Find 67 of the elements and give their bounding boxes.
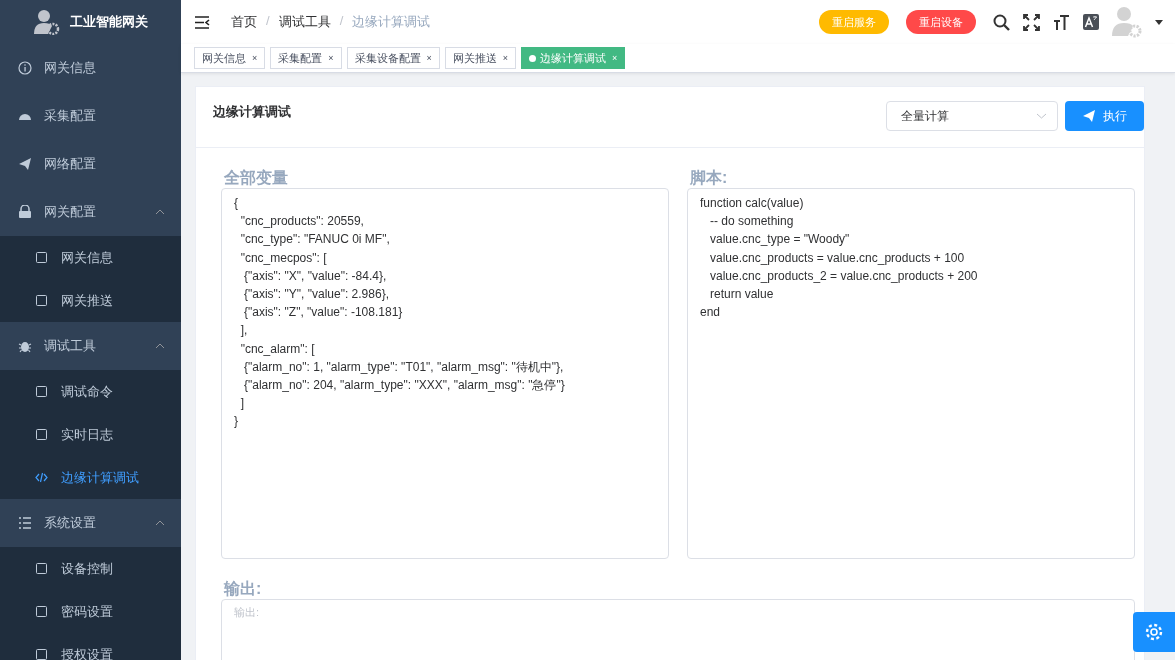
page-tab[interactable]: 网关推送 × bbox=[444, 47, 517, 69]
submenu-icon bbox=[35, 294, 48, 307]
menu-group[interactable]: 网关配置 bbox=[0, 188, 181, 236]
close-button[interactable]: × bbox=[252, 53, 258, 63]
close-button[interactable]: × bbox=[426, 53, 432, 63]
chevron-icon bbox=[1036, 113, 1047, 119]
menu-group[interactable]: 系统设置 bbox=[0, 499, 181, 547]
section-label: 输出: bbox=[224, 579, 263, 599]
font-size-icon[interactable] bbox=[1053, 13, 1070, 31]
page-tab[interactable]: 采集配置 × bbox=[270, 47, 342, 69]
tab-label: 采集配置 bbox=[278, 50, 323, 66]
breadcrumb-link[interactable]: 首页 bbox=[231, 13, 257, 31]
breadcrumb-separator: / bbox=[339, 13, 344, 30]
caret-icon[interactable] bbox=[1155, 19, 1163, 25]
section-label: 脚本: bbox=[690, 168, 729, 188]
submenu-item[interactable]: 设备控制 bbox=[0, 547, 181, 590]
submenu-icon bbox=[35, 562, 48, 575]
submenu-icon bbox=[35, 648, 48, 660]
close-button[interactable]: × bbox=[502, 53, 509, 63]
submenu-item[interactable]: 网关信息 bbox=[0, 236, 181, 279]
tab-label: 网关信息 bbox=[202, 50, 246, 66]
breadcrumb-link[interactable]: 调试工具 bbox=[278, 13, 331, 31]
tab-label: 边缘计算调试 bbox=[540, 50, 607, 66]
menu-item[interactable]: 网络配置 bbox=[0, 140, 181, 188]
close-button[interactable]: × bbox=[328, 53, 334, 63]
submenu-icon bbox=[35, 428, 48, 441]
menu-icon bbox=[18, 339, 32, 353]
submenu-item[interactable]: 网关推送 bbox=[0, 279, 181, 322]
submenu-item[interactable]: 授权设置 bbox=[0, 633, 181, 660]
chevron-icon bbox=[155, 520, 165, 526]
submenu-item[interactable]: 调试命令 bbox=[0, 370, 181, 413]
submenu-icon bbox=[35, 251, 48, 264]
menu-group[interactable]: 调试工具 bbox=[0, 322, 181, 370]
user-gear-icon bbox=[33, 9, 60, 35]
menu-icon bbox=[18, 516, 32, 530]
card-title: 边缘计算调试 bbox=[213, 103, 291, 121]
submenu-icon bbox=[35, 471, 48, 484]
fullscreen-icon[interactable] bbox=[1023, 13, 1040, 31]
section-label: 全部变量 bbox=[224, 168, 289, 188]
tab-label: 采集设备配置 bbox=[354, 50, 421, 66]
app-title: 工业智能网关 bbox=[69, 13, 148, 31]
submenu-icon bbox=[35, 605, 48, 618]
submenu-icon bbox=[35, 385, 48, 398]
translate-icon[interactable] bbox=[1083, 14, 1099, 30]
submenu-item[interactable]: 密码设置 bbox=[0, 590, 181, 633]
variables-field[interactable]: { "cnc_products": 20559, "cnc_type": "FANUC 0i MF", "cnc_mecpos": [ {"axis": "X", "value": -84.4}, {"axis": "Y", "value": 2.986}, {"axis": "Z", "value": -108.181} ], "cnc_alarm": [ {"alarm_no": 1, "alarm_type": "T01", "alarm_msg": "待机中"}, {"alarm_no": 204, "alarm_type": "XXX", "alarm_msg": "急停"} ] } bbox=[221, 188, 669, 559]
page-tab[interactable]: 采集设备配置 × bbox=[346, 47, 440, 69]
page-tab[interactable]: 网关信息 × bbox=[194, 47, 266, 69]
menu-icon bbox=[18, 157, 32, 171]
menu-item[interactable]: 网关信息 bbox=[0, 44, 181, 92]
settings-icon bbox=[1144, 622, 1164, 642]
submenu-item[interactable]: 边缘计算调试 bbox=[0, 456, 181, 499]
menu-icon bbox=[18, 205, 32, 219]
menu-icon bbox=[18, 61, 32, 75]
script-field[interactable]: function calc(value) -- do something value.cnc_type = "Woody" value.cnc_products = value.cnc_products + 100 value.cnc_products_2 = value.cnc_products + 200 return value end bbox=[687, 188, 1135, 559]
tab-label: 网关推送 bbox=[452, 50, 497, 66]
active-dot-icon bbox=[529, 54, 537, 62]
breadcrumb-separator: / bbox=[266, 13, 270, 30]
menu-fold-icon[interactable] bbox=[195, 15, 210, 29]
settings-button[interactable] bbox=[1133, 612, 1175, 652]
chevron-icon bbox=[155, 209, 165, 215]
search-icon[interactable] bbox=[993, 13, 1010, 31]
menu-item[interactable]: 采集配置 bbox=[0, 92, 181, 140]
submenu-item[interactable]: 实时日志 bbox=[0, 413, 181, 456]
paper-plane-icon bbox=[1082, 110, 1095, 122]
mode-select[interactable]: 全量计算 bbox=[886, 101, 1058, 131]
chevron-icon bbox=[155, 343, 165, 349]
